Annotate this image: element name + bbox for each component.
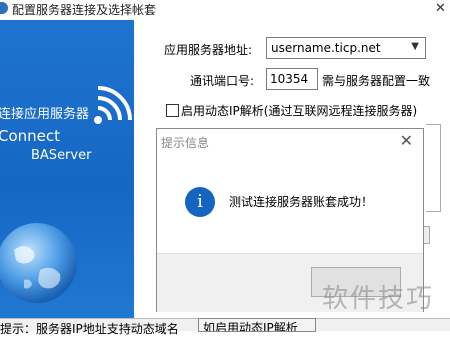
wifi-signal-icon — [94, 86, 132, 124]
banner-subtitle-connect: Connect — [0, 127, 61, 145]
ip-hint-text: 提示：服务器IP地址支持动态域名 — [0, 322, 179, 336]
title-bar: 配置服务器连接及选择帐套 ✕ — [0, 0, 450, 20]
banner-subtitle-baserver: BAServer — [31, 148, 92, 163]
info-icon: i — [185, 187, 215, 217]
settings-groupbox — [426, 124, 441, 212]
banner-title: 连接应用服务器 — [0, 107, 90, 122]
dynamic-ip-checkbox[interactable] — [166, 104, 179, 117]
dialog-message: 测试连接服务器账套成功！ — [229, 195, 374, 209]
port-note: 需与服务器配置一致 — [322, 74, 431, 88]
dynamic-ip-label: 启用动态IP解析(通过互联网远程连接服务器) — [181, 104, 418, 118]
dialog-title: 提示信息 — [161, 136, 210, 150]
globe-icon — [0, 223, 77, 303]
app-icon — [0, 2, 8, 14]
window-title: 配置服务器连接及选择帐套 — [12, 3, 157, 17]
brand-banner: 连接应用服务器 Connect BAServer — [0, 20, 134, 318]
port-input[interactable] — [266, 68, 318, 90]
dynamic-ip-button-label: 如启用动态IP解析 — [203, 321, 298, 332]
server-address-value: username.ticp.net — [271, 41, 381, 55]
server-address-select[interactable]: username.ticp.net ▼ — [266, 37, 426, 59]
server-address-label: 应用服务器地址: — [164, 43, 253, 57]
watermark: 软件技巧 — [322, 284, 435, 314]
window-close-button[interactable]: ✕ — [435, 1, 446, 16]
dialog-close-button[interactable]: ✕ — [400, 131, 413, 150]
chevron-down-icon[interactable]: ▼ — [411, 41, 419, 52]
port-label: 通讯端口号: — [190, 74, 255, 88]
